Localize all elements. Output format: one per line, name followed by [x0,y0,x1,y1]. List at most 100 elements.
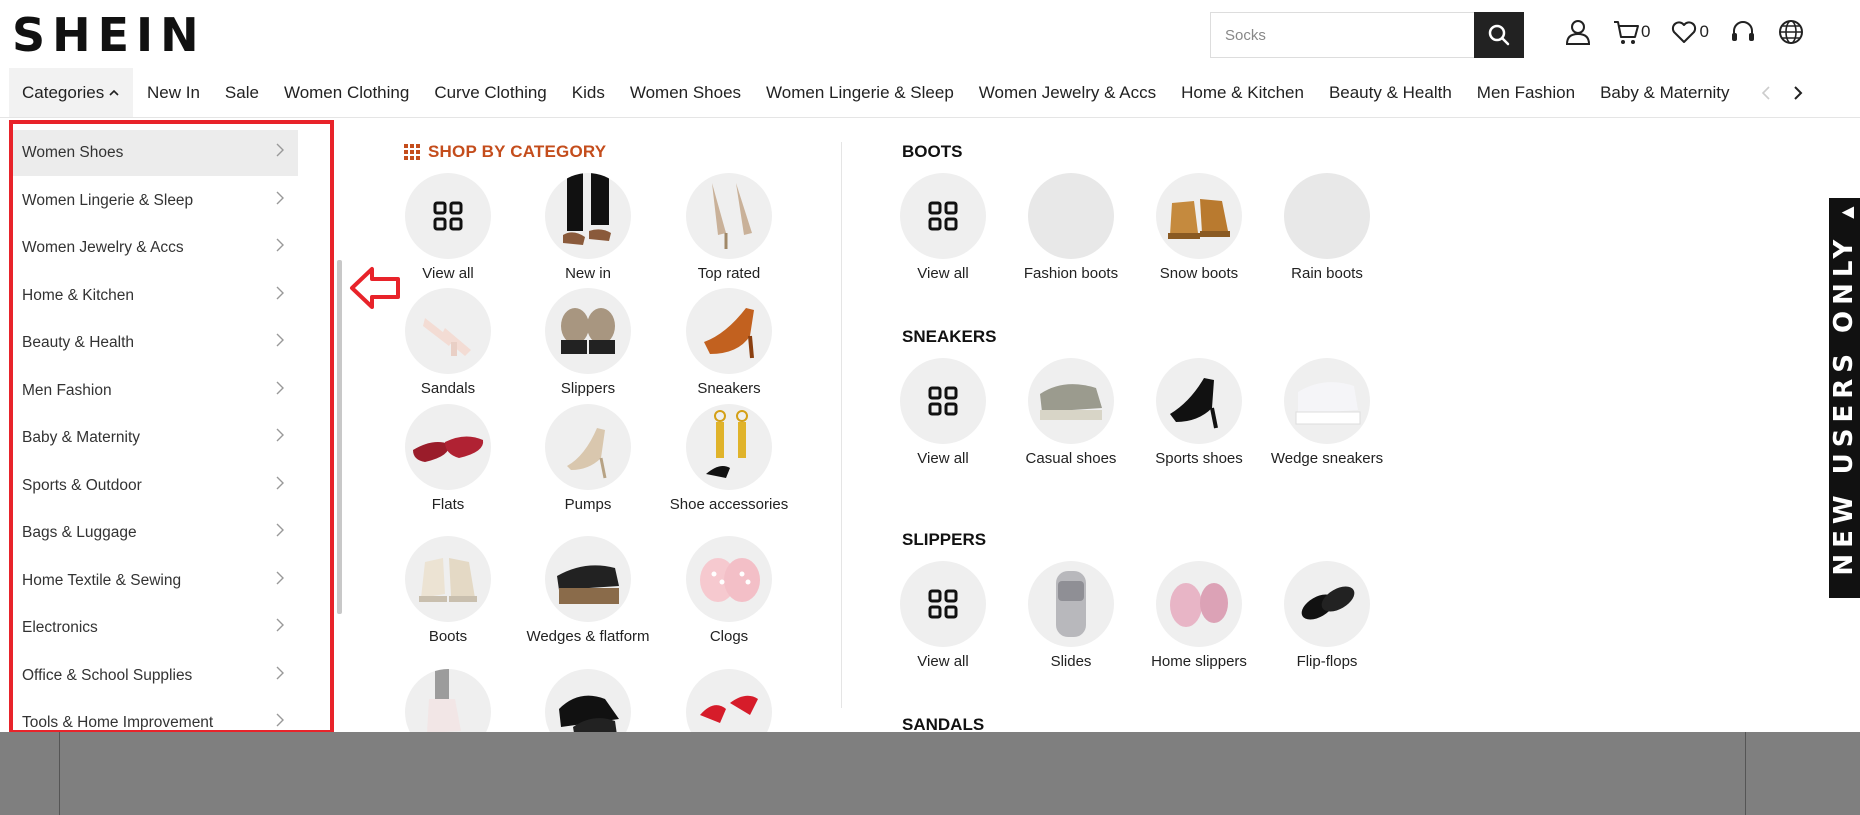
category-image [405,288,491,374]
nav-item-home-kitchen[interactable]: Home & Kitchen [1181,83,1304,103]
category-slippers[interactable]: Slippers [518,288,658,398]
category-label: Snow boots [1159,265,1239,282]
category-label: Clogs [709,628,749,645]
slippers-flip-flops[interactable]: Flip-flops [1257,561,1397,671]
sneakers-sports-shoes[interactable]: Sports shoes [1129,358,1269,468]
category-new-in[interactable]: New in [518,173,658,283]
nav-item-kids[interactable]: Kids [572,83,605,103]
nav-item-women-shoes[interactable]: Women Shoes [630,83,741,103]
category-label: New in [565,265,611,282]
category-image [900,561,986,647]
nav-item-new-in[interactable]: New In [147,83,200,103]
category-image [545,288,631,374]
category-top-rated[interactable]: Top rated [659,173,799,283]
boots-rain-boots[interactable]: Rain boots [1257,173,1397,283]
category-image [900,358,986,444]
category-label: Pumps [564,496,612,513]
category-clogs[interactable]: Clogs [659,536,799,646]
chevron-right-icon [1794,86,1803,100]
category-label: Slippers [560,380,616,397]
category-label: View all [422,265,474,282]
slippers-photo [561,308,615,354]
categories-dropdown[interactable]: Categories [9,68,133,117]
category-image [1156,561,1242,647]
nav-item-women-clothing[interactable]: Women Clothing [284,83,409,103]
flats-photo [413,436,484,462]
category-image [1284,561,1370,647]
category-label: Rain boots [1291,265,1363,282]
casual-shoes-photo [1040,384,1102,420]
category-image [686,173,772,259]
nav-item-baby-maternity[interactable]: Baby & Maternity [1600,83,1729,103]
nav-items: New In Sale Women Clothing Curve Clothin… [147,68,1740,117]
slippers-home-slippers[interactable]: Home slippers [1129,561,1269,671]
sneakers-view-all[interactable]: View all [873,358,1013,468]
category-sneakers[interactable]: Sneakers [659,288,799,398]
sneakers-wedge-sneakers[interactable]: Wedge sneakers [1257,358,1397,468]
dance-shoe-photo [704,308,754,359]
category-boots[interactable]: Boots [378,536,518,646]
category-label: Wedge sneakers [1270,450,1384,467]
category-pumps[interactable]: Pumps [518,404,658,514]
category-flats[interactable]: Flats [378,404,518,514]
boots-snow-boots[interactable]: Snow boots [1129,173,1269,283]
category-label: Sneakers [697,380,761,397]
slippers-slides[interactable]: Slides [1001,561,1141,671]
nav-item-sale[interactable]: Sale [225,83,259,103]
grid-icon [404,144,420,160]
shop-by-category-label: SHOP BY CATEGORY [428,142,607,161]
category-sandals[interactable]: Sandals [378,288,518,398]
language-button[interactable] [1777,18,1805,46]
boots-view-all[interactable]: View all [873,173,1013,283]
search-button[interactable] [1474,12,1524,58]
user-icon [1565,20,1591,45]
boots-fashion-boots[interactable]: Fashion boots [1001,173,1141,283]
cart-button[interactable]: 0 [1612,18,1650,46]
caret-up-icon: ▲ [1837,200,1856,219]
category-image [1284,173,1370,259]
section-title-sneakers: SNEAKERS [902,327,997,346]
overlay-divider [59,732,60,815]
flip-flops-photo [1301,586,1355,620]
search-input[interactable] [1211,13,1474,57]
nav-item-men-fashion[interactable]: Men Fashion [1477,83,1575,103]
category-view-all[interactable]: View all [378,173,518,283]
heart-icon [1672,21,1697,43]
nav-item-women-jewelry[interactable]: Women Jewelry & Accs [979,83,1156,103]
category-wedges[interactable]: Wedges & flatform [518,536,658,646]
overlay-divider [1745,732,1746,815]
categories-label: Categories [22,82,105,102]
nav-prev-button[interactable] [1756,83,1776,103]
wishlist-button[interactable]: 0 [1670,18,1709,46]
category-image [686,288,772,374]
grid-view-icon [928,201,958,231]
search-icon [1488,24,1510,46]
sneakers-casual-shoes[interactable]: Casual shoes [1001,358,1141,468]
cart-icon [1614,21,1639,44]
support-button[interactable] [1729,18,1757,46]
shein-logo[interactable]: SHEIN [12,8,206,62]
category-image [900,173,986,259]
slippers-view-all[interactable]: View all [873,561,1013,671]
new-users-text: NEW USERS ONLY [1829,233,1859,576]
category-label: Wedges & flatform [526,628,650,645]
category-image [405,404,491,490]
section-title-slippers: SLIPPERS [902,530,987,549]
wedge-sneakers-photo [1295,382,1361,425]
nav-item-women-lingerie[interactable]: Women Lingerie & Sleep [766,83,954,103]
category-image [1028,173,1114,259]
chevron-left-icon [1761,86,1770,100]
nav-next-button[interactable] [1788,83,1808,103]
nav-item-beauty-health[interactable]: Beauty & Health [1329,83,1452,103]
sidebar-scrollbar[interactable] [337,260,342,614]
nav-item-curve-clothing[interactable]: Curve Clothing [434,83,546,103]
category-label: View all [917,265,969,282]
category-image [1284,358,1370,444]
category-shoe-accessories[interactable]: Shoe accessories [659,404,799,514]
category-label: Sports shoes [1155,450,1243,467]
account-button[interactable] [1564,18,1592,46]
category-image [1028,358,1114,444]
bottom-overlay [0,732,1860,815]
clogs-photo [700,558,760,602]
sandals-photo [563,173,611,245]
